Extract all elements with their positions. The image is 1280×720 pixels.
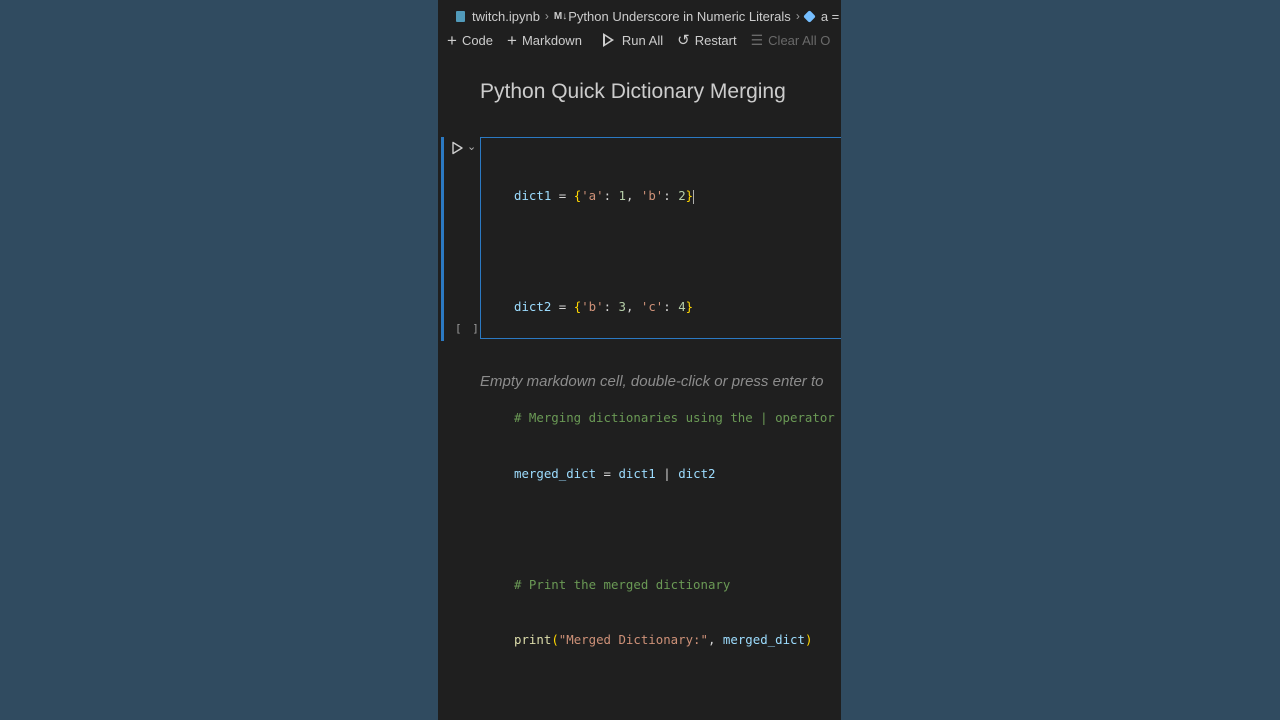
add-markdown-cell-button[interactable]: + Markdown — [507, 32, 582, 49]
notebook-panel: twitch.ipynb › M↓ Python Underscore in N… — [438, 0, 841, 720]
code-line-9: print("Merged Dictionary:", merged_dict) — [514, 632, 813, 647]
code-label: Code — [461, 32, 494, 48]
chevron-right-icon: › — [795, 9, 800, 23]
play-icon — [602, 33, 614, 47]
breadcrumb-symbol[interactable]: a = — [821, 9, 839, 24]
right-background — [841, 0, 1280, 720]
add-code-cell-button[interactable]: + Code — [447, 32, 493, 49]
plus-icon: + — [447, 30, 457, 50]
code-line-1: dict1 = {'a': 1, 'b': 2} — [514, 188, 695, 204]
execution-count: [ ] — [455, 322, 481, 335]
chevron-down-icon[interactable]: ⌄ — [467, 140, 476, 153]
symbol-icon — [802, 9, 816, 23]
breadcrumb-file[interactable]: twitch.ipynb — [472, 9, 540, 24]
run-all-button[interactable]: Run All — [602, 32, 664, 48]
plus-icon: + — [507, 30, 517, 50]
run-all-label: Run All — [621, 32, 664, 48]
markdown-icon: M↓ — [553, 10, 568, 22]
code-line-8: # Print the merged dictionary — [514, 576, 731, 592]
clear-label: Clear All O — [768, 32, 831, 48]
code-line-5: # Merging dictionaries using the | opera… — [514, 410, 835, 425]
cell-focus-indicator — [441, 137, 444, 341]
restart-icon: ↺ — [677, 31, 690, 49]
play-icon — [452, 141, 463, 155]
empty-markdown-cell[interactable]: Empty markdown cell, double-click or pre… — [480, 373, 823, 390]
notebook-file-icon — [456, 10, 465, 22]
code-line-6: merged_dict = dict1 | dict2 — [514, 465, 716, 481]
run-cell-button[interactable] — [450, 141, 464, 155]
restart-button[interactable]: ↺ Restart — [677, 33, 736, 48]
markdown-label: Markdown — [521, 32, 582, 48]
code-editor[interactable]: dict1 = {'a': 1, 'b': 2} dict2 = {'b': 3… — [480, 137, 841, 647]
left-background — [0, 0, 438, 720]
clear-all-icon: ☰ — [750, 32, 764, 48]
breadcrumb-section[interactable]: Python Underscore in Numeric Literals — [568, 9, 791, 24]
notebook-toolbar: + Code + Markdown Run All ↺ Restart ☰ Cl… — [438, 28, 841, 52]
markdown-heading: Python Quick Dictionary Merging — [480, 80, 786, 103]
code-line-3: dict2 = {'b': 3, 'c': 4} — [514, 299, 694, 314]
chevron-right-icon: › — [544, 9, 549, 23]
code-content: dict1 = {'a': 1, 'b': 2} dict2 = {'b': 3… — [514, 150, 835, 687]
clear-all-outputs-button[interactable]: ☰ Clear All O — [751, 33, 831, 48]
restart-label: Restart — [694, 32, 737, 48]
text-cursor — [693, 189, 695, 204]
